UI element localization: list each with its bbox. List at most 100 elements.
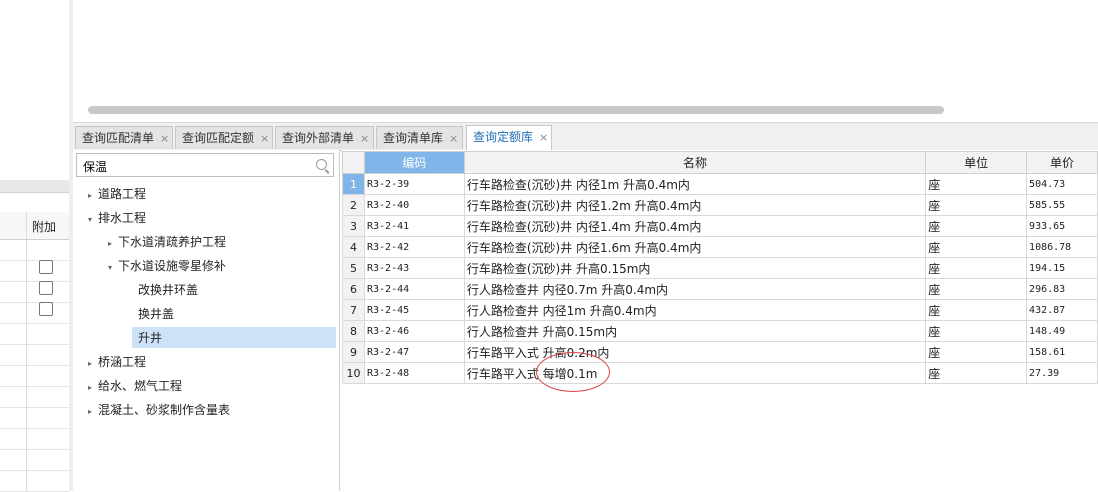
- table-header-row: 编码 名称 单位 单价: [342, 151, 1098, 174]
- cell-unit[interactable]: 座: [925, 341, 1028, 363]
- cell-name[interactable]: 行车路检查(沉砂)井 内径1.2m 升高0.4m内: [463, 194, 927, 216]
- cell-code[interactable]: R3-2-42: [363, 236, 465, 258]
- cell-code[interactable]: R3-2-39: [363, 173, 465, 195]
- tree-item-drainage-engineering[interactable]: ▾ 排水工程: [88, 207, 146, 229]
- row-number[interactable]: 4: [342, 236, 365, 258]
- cell-unit[interactable]: 座: [925, 362, 1028, 384]
- tree-item-replace-ring-cover[interactable]: 改换井环盖: [138, 279, 198, 301]
- search-input[interactable]: [81, 157, 305, 175]
- header-price[interactable]: 单价: [1026, 151, 1098, 174]
- cell-price[interactable]: 1086.78: [1026, 236, 1098, 258]
- row-number[interactable]: 2: [342, 194, 365, 216]
- cell-name[interactable]: 行车路检查(沉砂)井 内径1.6m 升高0.4m内: [463, 236, 927, 258]
- tab-query-list-library[interactable]: 查询清单库 ×: [376, 126, 463, 149]
- tab-query-quota-library[interactable]: 查询定额库 ×: [466, 125, 552, 150]
- cell-code[interactable]: R3-2-40: [363, 194, 465, 216]
- addition-checkbox[interactable]: [39, 302, 53, 316]
- cell-unit[interactable]: 座: [925, 173, 1028, 195]
- chevron-down-icon[interactable]: ▾: [108, 257, 118, 279]
- cell-code[interactable]: R3-2-43: [363, 257, 465, 279]
- cell-unit[interactable]: 座: [925, 278, 1028, 300]
- table-row[interactable]: 5 R3-2-43 行车路检查(沉砂)井 升高0.15m内 座 194.15: [342, 257, 1098, 279]
- header-code[interactable]: 编码: [363, 151, 465, 174]
- cell-code[interactable]: R3-2-48: [363, 362, 465, 384]
- cell-price[interactable]: 585.55: [1026, 194, 1098, 216]
- table-row[interactable]: 7 R3-2-45 行人路检查井 内径1m 升高0.4m内 座 432.87: [342, 299, 1098, 321]
- close-icon[interactable]: ×: [539, 131, 548, 144]
- addition-checkbox[interactable]: [39, 281, 53, 295]
- tree-item-concrete-mortar[interactable]: ▸ 混凝土、砂浆制作含量表: [88, 399, 230, 421]
- cell-price[interactable]: 194.15: [1026, 257, 1098, 279]
- cell-price[interactable]: 148.49: [1026, 320, 1098, 342]
- table-row[interactable]: 6 R3-2-44 行人路检查井 内径0.7m 升高0.4m内 座 296.83: [342, 278, 1098, 300]
- cell-name[interactable]: 行车路平入式 升高0.2m内: [463, 341, 927, 363]
- cell-price[interactable]: 504.73: [1026, 173, 1098, 195]
- row-number[interactable]: 1: [342, 173, 365, 195]
- row-number[interactable]: 7: [342, 299, 365, 321]
- cell-price[interactable]: 27.39: [1026, 362, 1098, 384]
- cell-name[interactable]: 行人路检查井 内径1m 升高0.4m内: [463, 299, 927, 321]
- addition-checkbox[interactable]: [39, 260, 53, 274]
- cell-price[interactable]: 296.83: [1026, 278, 1098, 300]
- chevron-right-icon[interactable]: ▸: [108, 233, 118, 255]
- tab-query-external-list[interactable]: 查询外部清单 ×: [275, 126, 374, 149]
- tree-item-sewer-dredging[interactable]: ▸ 下水道清疏养护工程: [108, 231, 226, 253]
- search-box[interactable]: [76, 153, 334, 177]
- chevron-right-icon[interactable]: ▸: [88, 185, 98, 207]
- cell-name[interactable]: 行车路检查(沉砂)井 内径1.4m 升高0.4m内: [463, 215, 927, 237]
- close-icon[interactable]: ×: [449, 132, 458, 145]
- table-row[interactable]: 8 R3-2-46 行人路检查井 升高0.15m内 座 148.49: [342, 320, 1098, 342]
- row-number[interactable]: 8: [342, 320, 365, 342]
- tree-item-replace-cover[interactable]: 换井盖: [138, 303, 174, 325]
- horizontal-scrollbar[interactable]: [88, 106, 944, 114]
- search-icon[interactable]: [316, 159, 327, 170]
- cell-name[interactable]: 行人路检查井 内径0.7m 升高0.4m内: [463, 278, 927, 300]
- table-row[interactable]: 4 R3-2-42 行车路检查(沉砂)井 内径1.6m 升高0.4m内 座 10…: [342, 236, 1098, 258]
- header-unit[interactable]: 单位: [925, 151, 1028, 174]
- tree-item-water-gas[interactable]: ▸ 给水、燃气工程: [88, 375, 182, 397]
- tree-item-sewer-repair[interactable]: ▾ 下水道设施零星修补: [108, 255, 226, 277]
- chevron-right-icon[interactable]: ▸: [88, 401, 98, 423]
- table-row[interactable]: 2 R3-2-40 行车路检查(沉砂)井 内径1.2m 升高0.4m内 座 58…: [342, 194, 1098, 216]
- header-name[interactable]: 名称: [463, 151, 927, 174]
- tab-query-matched-quota[interactable]: 查询匹配定额 ×: [175, 126, 273, 149]
- table-row[interactable]: 1 R3-2-39 行车路检查(沉砂)井 内径1m 升高0.4m内 座 504.…: [342, 173, 1098, 195]
- cell-unit[interactable]: 座: [925, 257, 1028, 279]
- row-number[interactable]: 5: [342, 257, 365, 279]
- cell-unit[interactable]: 座: [925, 236, 1028, 258]
- cell-price[interactable]: 432.87: [1026, 299, 1098, 321]
- tree-item-raise-well[interactable]: 升井: [138, 327, 162, 349]
- header-row-number[interactable]: [342, 151, 365, 174]
- close-icon[interactable]: ×: [360, 132, 369, 145]
- row-number[interactable]: 10: [342, 362, 365, 384]
- cell-code[interactable]: R3-2-45: [363, 299, 465, 321]
- cell-price[interactable]: 158.61: [1026, 341, 1098, 363]
- chevron-right-icon[interactable]: ▸: [88, 377, 98, 399]
- table-row[interactable]: 10 R3-2-48 行车路平入式 每增0.1m 座 27.39: [342, 362, 1098, 384]
- cell-code[interactable]: R3-2-44: [363, 278, 465, 300]
- chevron-right-icon[interactable]: ▸: [88, 353, 98, 375]
- tab-query-matched-list[interactable]: 查询匹配清单 ×: [75, 126, 173, 149]
- cell-code[interactable]: R3-2-47: [363, 341, 465, 363]
- cell-unit[interactable]: 座: [925, 299, 1028, 321]
- cell-unit[interactable]: 座: [925, 194, 1028, 216]
- row-number[interactable]: 6: [342, 278, 365, 300]
- table-row[interactable]: 9 R3-2-47 行车路平入式 升高0.2m内 座 158.61: [342, 341, 1098, 363]
- close-icon[interactable]: ×: [160, 132, 169, 145]
- tree-item-bridge-culvert[interactable]: ▸ 桥涵工程: [88, 351, 146, 373]
- cell-unit[interactable]: 座: [925, 320, 1028, 342]
- cell-code[interactable]: R3-2-41: [363, 215, 465, 237]
- cell-name[interactable]: 行车路检查(沉砂)井 内径1m 升高0.4m内: [463, 173, 927, 195]
- row-number[interactable]: 9: [342, 341, 365, 363]
- chevron-down-icon[interactable]: ▾: [88, 209, 98, 231]
- tree-item-road-engineering[interactable]: ▸ 道路工程: [88, 183, 146, 205]
- row-number[interactable]: 3: [342, 215, 365, 237]
- table-row[interactable]: 3 R3-2-41 行车路检查(沉砂)井 内径1.4m 升高0.4m内 座 93…: [342, 215, 1098, 237]
- close-icon[interactable]: ×: [260, 132, 269, 145]
- cell-name[interactable]: 行车路检查(沉砂)井 升高0.15m内: [463, 257, 927, 279]
- cell-name[interactable]: 行车路平入式 每增0.1m: [463, 362, 927, 384]
- cell-price[interactable]: 933.65: [1026, 215, 1098, 237]
- cell-name[interactable]: 行人路检查井 升高0.15m内: [463, 320, 927, 342]
- cell-code[interactable]: R3-2-46: [363, 320, 465, 342]
- cell-unit[interactable]: 座: [925, 215, 1028, 237]
